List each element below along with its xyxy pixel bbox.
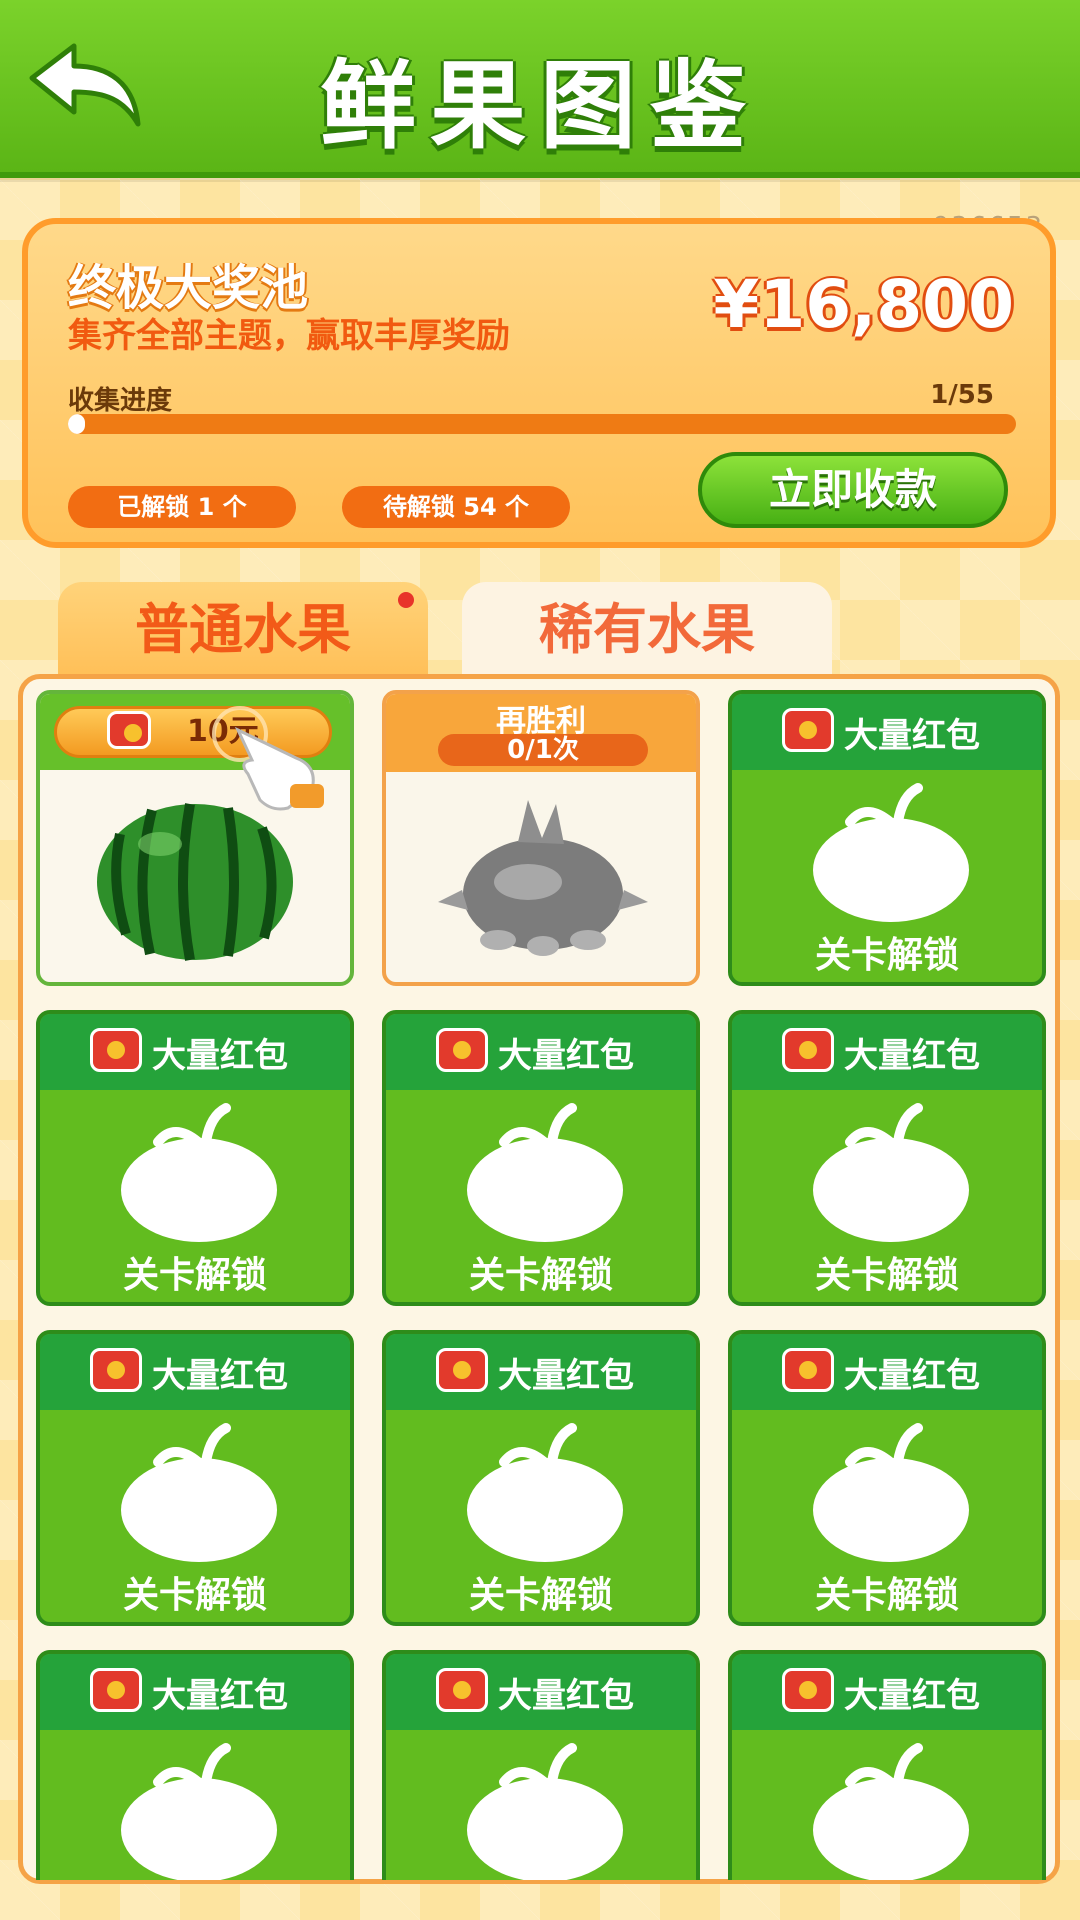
progress-count: 1/55 bbox=[930, 380, 994, 410]
apple-placeholder-icon bbox=[467, 1103, 623, 1242]
fruit-card-locked[interactable]: 大量红包 关卡解锁 bbox=[728, 690, 1046, 986]
jackpot-panel: 终极大奖池 集齐全部主题，赢取丰厚奖励 ¥16,800 收集进度 1/55 已解… bbox=[22, 218, 1056, 548]
fruit-card-locked[interactable]: 大量红包 bbox=[36, 1650, 354, 1880]
card-header-label: 大量红包 bbox=[498, 1676, 634, 1716]
fruit-card-locked[interactable]: 大量红包 关卡解锁 bbox=[728, 1330, 1046, 1626]
tab-rare-fruits[interactable]: 稀有水果 bbox=[462, 582, 832, 678]
durian-silhouette-image bbox=[438, 800, 648, 956]
card-header: 大量红包 bbox=[386, 1654, 696, 1730]
red-envelope-icon bbox=[782, 1668, 834, 1712]
unlocked-count-badge: 已解锁 1 个 bbox=[68, 486, 296, 528]
collect-now-button[interactable]: 立即收款 bbox=[698, 452, 1008, 528]
card-footer-label: 关卡解锁 bbox=[814, 1255, 959, 1296]
apple-placeholder-icon bbox=[813, 783, 969, 922]
fruit-card-locked[interactable]: 大量红包 关卡解锁 bbox=[382, 1010, 700, 1306]
win-progress-count: 0/1次 bbox=[438, 734, 648, 766]
apple-placeholder-icon bbox=[121, 1423, 277, 1562]
red-envelope-icon bbox=[436, 1668, 488, 1712]
card-header-label: 大量红包 bbox=[152, 1676, 288, 1716]
red-envelope-icon bbox=[90, 1668, 142, 1712]
apple-placeholder-icon bbox=[467, 1423, 623, 1562]
card-header: 大量红包 bbox=[386, 1334, 696, 1410]
card-footer-label: 关卡解锁 bbox=[122, 1575, 267, 1616]
card-header-label: 大量红包 bbox=[152, 1036, 288, 1076]
card-footer-label: 关卡解锁 bbox=[814, 935, 959, 976]
jackpot-subtitle: 集齐全部主题，赢取丰厚奖励 bbox=[68, 316, 510, 356]
red-envelope-icon bbox=[107, 711, 151, 749]
locked-count-badge: 待解锁 54 个 bbox=[342, 486, 570, 528]
card-footer-label: 关卡解锁 bbox=[122, 1255, 267, 1296]
progress-label: 收集进度 bbox=[68, 386, 173, 416]
top-bar: 鲜果图鉴 bbox=[0, 0, 1080, 178]
fruit-card-locked[interactable]: 大量红包 关卡解锁 bbox=[382, 1330, 700, 1626]
card-header-label: 大量红包 bbox=[844, 1036, 980, 1076]
apple-placeholder-icon bbox=[813, 1103, 969, 1242]
card-header-label: 大量红包 bbox=[498, 1036, 634, 1076]
card-header: 大量红包 bbox=[40, 1334, 350, 1410]
card-footer-label: 关卡解锁 bbox=[468, 1255, 613, 1296]
card-footer-label: 关卡解锁 bbox=[468, 1575, 613, 1616]
fruit-grid: 10元 再胜利 0/1次 大量红包 关卡解锁 大量红包 关卡解锁 大量红包 关卡… bbox=[36, 690, 1046, 1880]
card-header: 大量红包 bbox=[40, 1014, 350, 1090]
fruit-card-locked-rare[interactable]: 再胜利 0/1次 bbox=[382, 690, 700, 986]
red-envelope-icon bbox=[90, 1348, 142, 1392]
red-envelope-icon bbox=[782, 708, 834, 752]
fruit-card-locked[interactable]: 大量红包 关卡解锁 bbox=[36, 1010, 354, 1306]
apple-placeholder-icon bbox=[467, 1743, 623, 1880]
progress-fill bbox=[68, 414, 86, 434]
red-envelope-icon bbox=[436, 1028, 488, 1072]
pointing-hand-icon bbox=[212, 706, 324, 811]
card-footer-label: 关卡解锁 bbox=[814, 1575, 959, 1616]
fruit-card-locked[interactable]: 大量红包 bbox=[382, 1650, 700, 1880]
apple-placeholder-icon bbox=[121, 1743, 277, 1880]
apple-placeholder-icon bbox=[813, 1743, 969, 1880]
apple-placeholder-icon bbox=[813, 1423, 969, 1562]
fruit-card-watermelon[interactable]: 10元 bbox=[36, 690, 354, 986]
red-envelope-icon bbox=[90, 1028, 142, 1072]
card-header: 大量红包 bbox=[732, 1654, 1042, 1730]
jackpot-amount: ¥16,800 bbox=[713, 266, 1014, 343]
card-header-label: 大量红包 bbox=[498, 1356, 634, 1396]
card-header: 大量红包 bbox=[732, 1334, 1042, 1410]
watermelon-image bbox=[97, 803, 293, 961]
red-envelope-icon bbox=[436, 1348, 488, 1392]
red-envelope-icon bbox=[782, 1028, 834, 1072]
page-title: 鲜果图鉴 bbox=[320, 50, 760, 162]
fruit-card-locked[interactable]: 大量红包 bbox=[728, 1650, 1046, 1880]
fruit-card-locked[interactable]: 大量红包 关卡解锁 bbox=[728, 1010, 1046, 1306]
card-header: 大量红包 bbox=[40, 1654, 350, 1730]
fruit-card-locked[interactable]: 大量红包 关卡解锁 bbox=[36, 1330, 354, 1626]
card-header: 大量红包 bbox=[386, 1014, 696, 1090]
card-header-label: 大量红包 bbox=[844, 716, 980, 756]
notification-dot bbox=[398, 592, 414, 608]
card-header: 大量红包 bbox=[732, 1014, 1042, 1090]
card-header-label: 大量红包 bbox=[844, 1356, 980, 1396]
apple-placeholder-icon bbox=[121, 1103, 277, 1242]
card-header-label: 大量红包 bbox=[844, 1676, 980, 1716]
card-header-label: 大量红包 bbox=[152, 1356, 288, 1396]
tab-normal-fruits[interactable]: 普通水果 bbox=[58, 582, 428, 678]
progress-bar bbox=[68, 414, 1016, 434]
red-envelope-icon bbox=[782, 1348, 834, 1392]
card-header: 大量红包 bbox=[732, 694, 1042, 770]
